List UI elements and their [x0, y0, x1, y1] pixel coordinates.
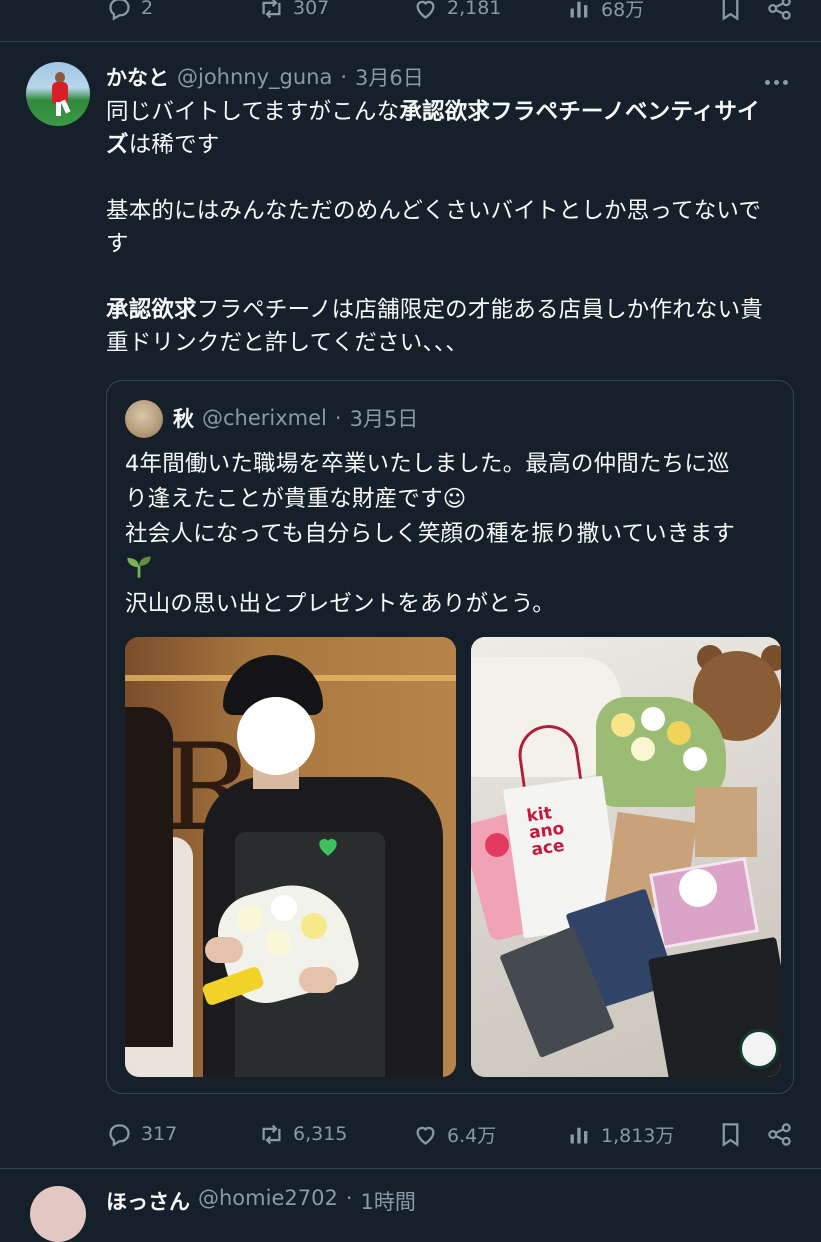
- quote-user-handle[interactable]: @cherixmel: [202, 406, 327, 430]
- quote-line-3: 社会人になっても自分らしく笑顔の種を振り撒いていきます: [125, 521, 735, 547]
- text-line-3: 基本的にはみんなただのめんどくさいバイトとしか思ってないで: [106, 198, 762, 224]
- more-options-button[interactable]: [765, 70, 793, 85]
- tweet-header: かなと @johnny_guna · 3月6日: [106, 60, 424, 94]
- next-tweet-header: ほっさん @homie2702 · 1時間: [106, 1186, 416, 1216]
- retweet-icon: [262, 0, 281, 18]
- quote-photo-1[interactable]: R: [125, 637, 456, 1077]
- prev-tweet-actions: 2 307 2,181 68万: [0, 0, 821, 28]
- prev-like-count: 2,181: [447, 0, 502, 19]
- user-handle[interactable]: @johnny_guna: [177, 65, 332, 89]
- quote-date[interactable]: 3月5日: [350, 403, 419, 433]
- prev-bookmark-button[interactable]: [717, 0, 744, 28]
- quote-header: 秋 @cherixmel · 3月5日: [173, 403, 418, 433]
- prev-retweet-button[interactable]: 307: [258, 0, 329, 28]
- avatar[interactable]: [26, 62, 90, 126]
- share-icon: [768, 0, 791, 20]
- quote-line-2: り逢えたことが貴重な財産です☺: [125, 486, 467, 512]
- reply-icon: [109, 1123, 130, 1147]
- prev-views-count: 68万: [601, 0, 645, 21]
- reply-count: 317: [141, 1123, 178, 1145]
- tweet-text: 同じバイトしてますがこんな承認欲求フラペチーノベンティサイ ズは稀です 基本的に…: [106, 96, 806, 360]
- quote-line-1: 4年間働いた職場を卒業いたしました。最高の仲間たちに巡: [125, 451, 730, 477]
- text-line-1-pre: 同じバイトしてますがこんな: [106, 99, 400, 125]
- tweet-actions: 317 6,315 6.4万 1,813万: [0, 1114, 821, 1154]
- share-icon: [768, 1122, 791, 1146]
- green-heart-icon: [319, 838, 337, 856]
- text-line-6: 重ドリンクだと許してください、、、: [106, 330, 469, 356]
- divider-top: [0, 41, 821, 42]
- divider-bottom: [0, 1168, 821, 1169]
- prev-share-button[interactable]: [766, 0, 793, 28]
- bookmark-button[interactable]: [717, 1114, 744, 1154]
- retweet-icon: [262, 1124, 281, 1144]
- next-tweet-time[interactable]: 1時間: [361, 1186, 416, 1216]
- tweet-date[interactable]: 3月6日: [355, 62, 424, 92]
- like-button[interactable]: 6.4万: [412, 1114, 496, 1154]
- face-blur: [237, 697, 315, 775]
- text-line-2-post: は稀です: [128, 132, 220, 158]
- quote-display-name[interactable]: 秋: [173, 403, 194, 433]
- retweet-button[interactable]: 6,315: [258, 1114, 347, 1154]
- quote-line-5: 沢山の思い出とプレゼントをありがとう。: [125, 591, 555, 617]
- share-button[interactable]: [766, 1114, 793, 1154]
- next-user-handle[interactable]: @homie2702: [198, 1186, 338, 1216]
- quote-photo-2[interactable]: kit ano ace: [471, 637, 781, 1077]
- views-count: 1,813万: [601, 1124, 675, 1147]
- next-display-name[interactable]: ほっさん: [106, 1186, 190, 1216]
- next-tweet-avatar[interactable]: [30, 1186, 86, 1242]
- quote-separator-dot: ·: [334, 406, 342, 430]
- prev-reply-button[interactable]: 2: [106, 0, 153, 28]
- more-icon: [765, 80, 770, 85]
- bookmark-icon: [722, 0, 739, 21]
- views-icon: [570, 1, 588, 17]
- prev-retweet-count: 307: [293, 0, 330, 19]
- views-button[interactable]: 1,813万: [566, 1114, 674, 1154]
- reply-button[interactable]: 317: [106, 1114, 177, 1154]
- next-separator-dot: ·: [345, 1186, 353, 1210]
- text-line-4: す: [106, 231, 129, 257]
- reply-icon: [109, 0, 130, 21]
- heart-icon: [416, 0, 435, 19]
- display-name[interactable]: かなと: [106, 62, 169, 92]
- prev-reply-count: 2: [141, 0, 154, 19]
- text-line-5-bold: 承認欲求: [106, 297, 197, 323]
- views-icon: [570, 1127, 588, 1143]
- seedling-icon: [127, 556, 151, 578]
- quote-text: 4年間働いた職場を卒業いたしました。最高の仲間たちに巡 り逢えたことが貴重な財産…: [125, 447, 775, 622]
- quoted-tweet[interactable]: 秋 @cherixmel · 3月5日 4年間働いた職場を卒業いたしました。最高…: [106, 380, 794, 1094]
- text-line-5-post: フラペチーノは店舗限定の才能ある店員しか作れない貴: [196, 297, 763, 323]
- prev-views-button[interactable]: 68万: [566, 0, 644, 28]
- bookmark-icon: [722, 1122, 739, 1147]
- retweet-count: 6,315: [293, 1123, 348, 1145]
- like-count: 6.4万: [447, 1124, 497, 1147]
- separator-dot: ·: [340, 65, 348, 89]
- bag-print-text: kit ano ace: [525, 803, 566, 861]
- text-line-2-bold: ズ: [106, 132, 129, 158]
- heart-icon: [416, 1126, 435, 1145]
- text-line-1-bold: 承認欲求フラペチーノベンティサイ: [399, 99, 760, 125]
- starbucks-logo-icon: [739, 1029, 779, 1069]
- quote-avatar[interactable]: [125, 400, 163, 438]
- prev-like-button[interactable]: 2,181: [412, 0, 501, 28]
